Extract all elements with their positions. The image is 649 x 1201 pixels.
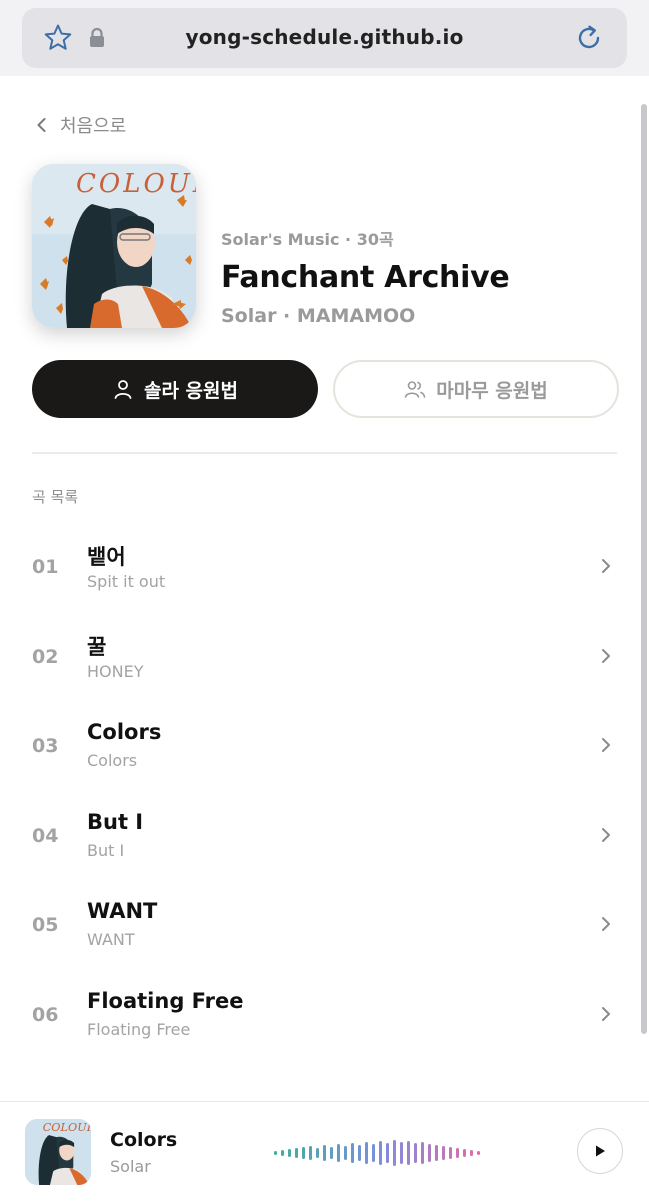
waveform-bar (386, 1143, 389, 1163)
mini-player[interactable]: COLOURS Colors Solar (0, 1101, 649, 1201)
waveform-bar (407, 1141, 410, 1165)
track-number: 04 (32, 824, 59, 847)
waveform-bar (274, 1151, 277, 1155)
play-icon (596, 1145, 605, 1157)
back-link-label: 처음으로 (60, 116, 127, 137)
waveform-bar (449, 1147, 452, 1159)
track-subtitle: But I (87, 840, 125, 860)
tracklist-header: 곡 목록 (32, 488, 79, 506)
chevron-right-icon (602, 559, 610, 573)
track-title: Colors (87, 720, 162, 745)
track-number: 02 (32, 645, 59, 668)
page-title: Fanchant Archive (221, 260, 510, 295)
waveform-bar (470, 1150, 473, 1156)
album-meta: Solar's Music · 30곡 Fanchant Archive Sol… (221, 226, 510, 327)
track-number: 06 (32, 1003, 59, 1026)
divider (32, 452, 617, 454)
person-icon (114, 380, 132, 399)
play-button[interactable] (577, 1128, 623, 1174)
track-row[interactable]: 06 Floating Free Floating Free (0, 968, 649, 1058)
track-list: 01 뱉어 Spit it out 02 꿀 HONEY 03 Colors C… (0, 520, 649, 1058)
chevron-right-icon (602, 648, 610, 663)
player-album-thumbnail: COLOURS (25, 1119, 91, 1185)
url-text[interactable]: yong-schedule.github.io (22, 25, 627, 49)
track-row[interactable]: 05 WANT WANT (0, 878, 649, 968)
track-subtitle: Colors (87, 751, 138, 771)
waveform-bar (456, 1148, 459, 1158)
browser-toolbar: yong-schedule.github.io (0, 0, 649, 76)
waveform-bar (428, 1144, 431, 1162)
album-art: COLOURS (32, 164, 196, 328)
waveform-bar (281, 1150, 284, 1156)
waveform-bar (421, 1142, 424, 1164)
back-link[interactable]: 처음으로 (32, 112, 126, 138)
track-subtitle: WANT (87, 930, 135, 950)
track-subtitle: HONEY (87, 661, 144, 681)
track-number: 05 (32, 914, 59, 937)
track-title: WANT (87, 899, 158, 924)
waveform-bar (302, 1147, 305, 1159)
waveform-bar (309, 1146, 312, 1160)
player-track-title: Colors (110, 1129, 178, 1151)
waveform-bar (365, 1142, 368, 1164)
track-title: But I (87, 809, 144, 834)
album-subtitle: Solar's Music · 30곡 (221, 230, 394, 249)
waveform-bar (414, 1143, 417, 1163)
solar-fanchant-label: 솔라 응원법 (143, 379, 238, 402)
waveform-bar (477, 1151, 480, 1155)
track-subtitle: Spit it out (87, 572, 166, 591)
waveform-bar (295, 1148, 298, 1158)
chevron-right-icon (602, 738, 610, 753)
chevron-right-icon (602, 917, 610, 932)
track-title: 꿀 (87, 634, 107, 659)
player-art-title: COLOURS (43, 1121, 91, 1134)
reload-icon[interactable] (573, 22, 605, 54)
waveform-bar (337, 1144, 340, 1162)
waveform-visualizer (274, 1140, 480, 1166)
mamamoo-fanchant-button[interactable]: 마마무 응원법 (333, 360, 619, 418)
track-title: 뱉어 (87, 545, 126, 569)
chevron-left-icon (37, 118, 46, 132)
waveform-bar (442, 1146, 445, 1160)
track-row[interactable]: 04 But I But I (0, 789, 649, 879)
track-row[interactable]: 01 뱉어 Spit it out (0, 520, 649, 610)
track-number: 01 (32, 556, 59, 578)
chevron-right-icon (602, 1006, 610, 1021)
solar-fanchant-button[interactable]: 솔라 응원법 (32, 360, 318, 418)
album-artist: Solar · MAMAMOO (221, 305, 416, 327)
waveform-bar (400, 1142, 403, 1164)
waveform-bar (288, 1149, 291, 1157)
track-number: 03 (32, 735, 59, 758)
waveform-bar (372, 1144, 375, 1162)
waveform-bar (323, 1145, 326, 1161)
waveform-bar (379, 1141, 382, 1165)
address-bar[interactable]: yong-schedule.github.io (22, 8, 627, 68)
track-subtitle: Floating Free (87, 1019, 191, 1039)
album-art-title: COLOURS (76, 169, 196, 199)
waveform-bar (330, 1147, 333, 1159)
waveform-bar (344, 1146, 347, 1160)
track-row[interactable]: 03 Colors Colors (0, 699, 649, 789)
waveform-bar (316, 1148, 319, 1158)
waveform-bar (351, 1143, 354, 1163)
waveform-bar (435, 1145, 438, 1161)
waveform-bar (358, 1145, 361, 1161)
track-row[interactable]: 02 꿀 HONEY (0, 610, 649, 700)
group-icon (404, 381, 426, 398)
waveform-bar (393, 1140, 396, 1166)
waveform-bar (463, 1149, 466, 1157)
track-title: Floating Free (87, 988, 244, 1013)
player-artist: Solar (110, 1157, 151, 1176)
mamamoo-fanchant-label: 마마무 응원법 (436, 379, 548, 402)
chevron-right-icon (602, 827, 610, 842)
